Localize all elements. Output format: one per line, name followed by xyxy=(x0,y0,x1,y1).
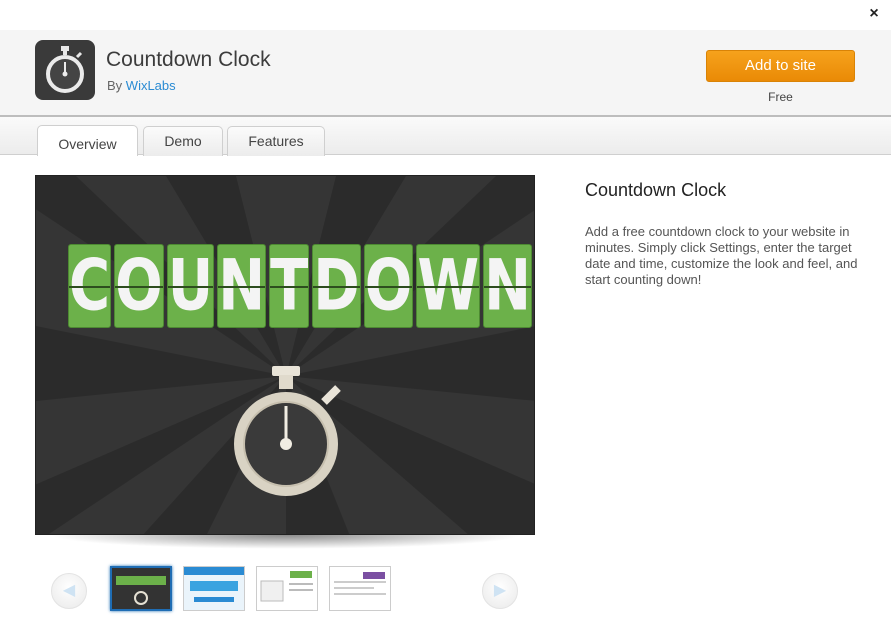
letter-tile: C xyxy=(68,244,112,328)
description-title: Countdown Clock xyxy=(585,180,727,200)
tabs-bar: Overview Demo Features xyxy=(0,117,891,156)
price-label: Free xyxy=(768,90,793,104)
letter-tile: T xyxy=(269,244,310,328)
gallery-thumbnail[interactable] xyxy=(110,566,172,611)
author-link[interactable]: WixLabs xyxy=(126,78,176,93)
letter-tile: U xyxy=(166,244,215,328)
tab-demo[interactable]: Demo xyxy=(143,126,223,156)
chevron-right-icon[interactable]: ▶ xyxy=(482,573,518,609)
tab-overview[interactable]: Overview xyxy=(37,125,138,156)
by-prefix: By xyxy=(107,78,123,93)
top-strip: × xyxy=(0,0,891,30)
hero-image: C O U N T D O W N xyxy=(35,175,535,535)
chevron-left-icon[interactable]: ◀ xyxy=(51,573,87,609)
letter-tile: O xyxy=(363,244,414,328)
gallery-thumbnail[interactable] xyxy=(256,566,318,611)
letter-tile: D xyxy=(312,244,361,328)
app-header: Countdown Clock By WixLabs Add to site F… xyxy=(0,30,891,117)
gallery-thumbnail[interactable] xyxy=(183,566,245,611)
app-author-line: By WixLabs xyxy=(107,78,176,93)
letter-tile: N xyxy=(217,244,267,328)
tab-features[interactable]: Features xyxy=(227,126,325,156)
app-title: Countdown Clock xyxy=(106,48,271,71)
close-button[interactable]: × xyxy=(863,3,885,25)
countdown-word: C O U N T D O W N xyxy=(68,244,533,328)
description-text: Add a free countdown clock to your websi… xyxy=(585,224,858,287)
hero-shadow xyxy=(48,535,523,549)
add-to-site-button[interactable]: Add to site xyxy=(706,50,855,82)
letter-tile: W xyxy=(416,244,481,328)
letter-tile: O xyxy=(114,244,164,328)
letter-tile: N xyxy=(483,244,533,328)
stopwatch-icon xyxy=(35,40,95,100)
stopwatch-icon xyxy=(234,366,341,496)
gallery-thumbnail[interactable] xyxy=(329,566,391,611)
